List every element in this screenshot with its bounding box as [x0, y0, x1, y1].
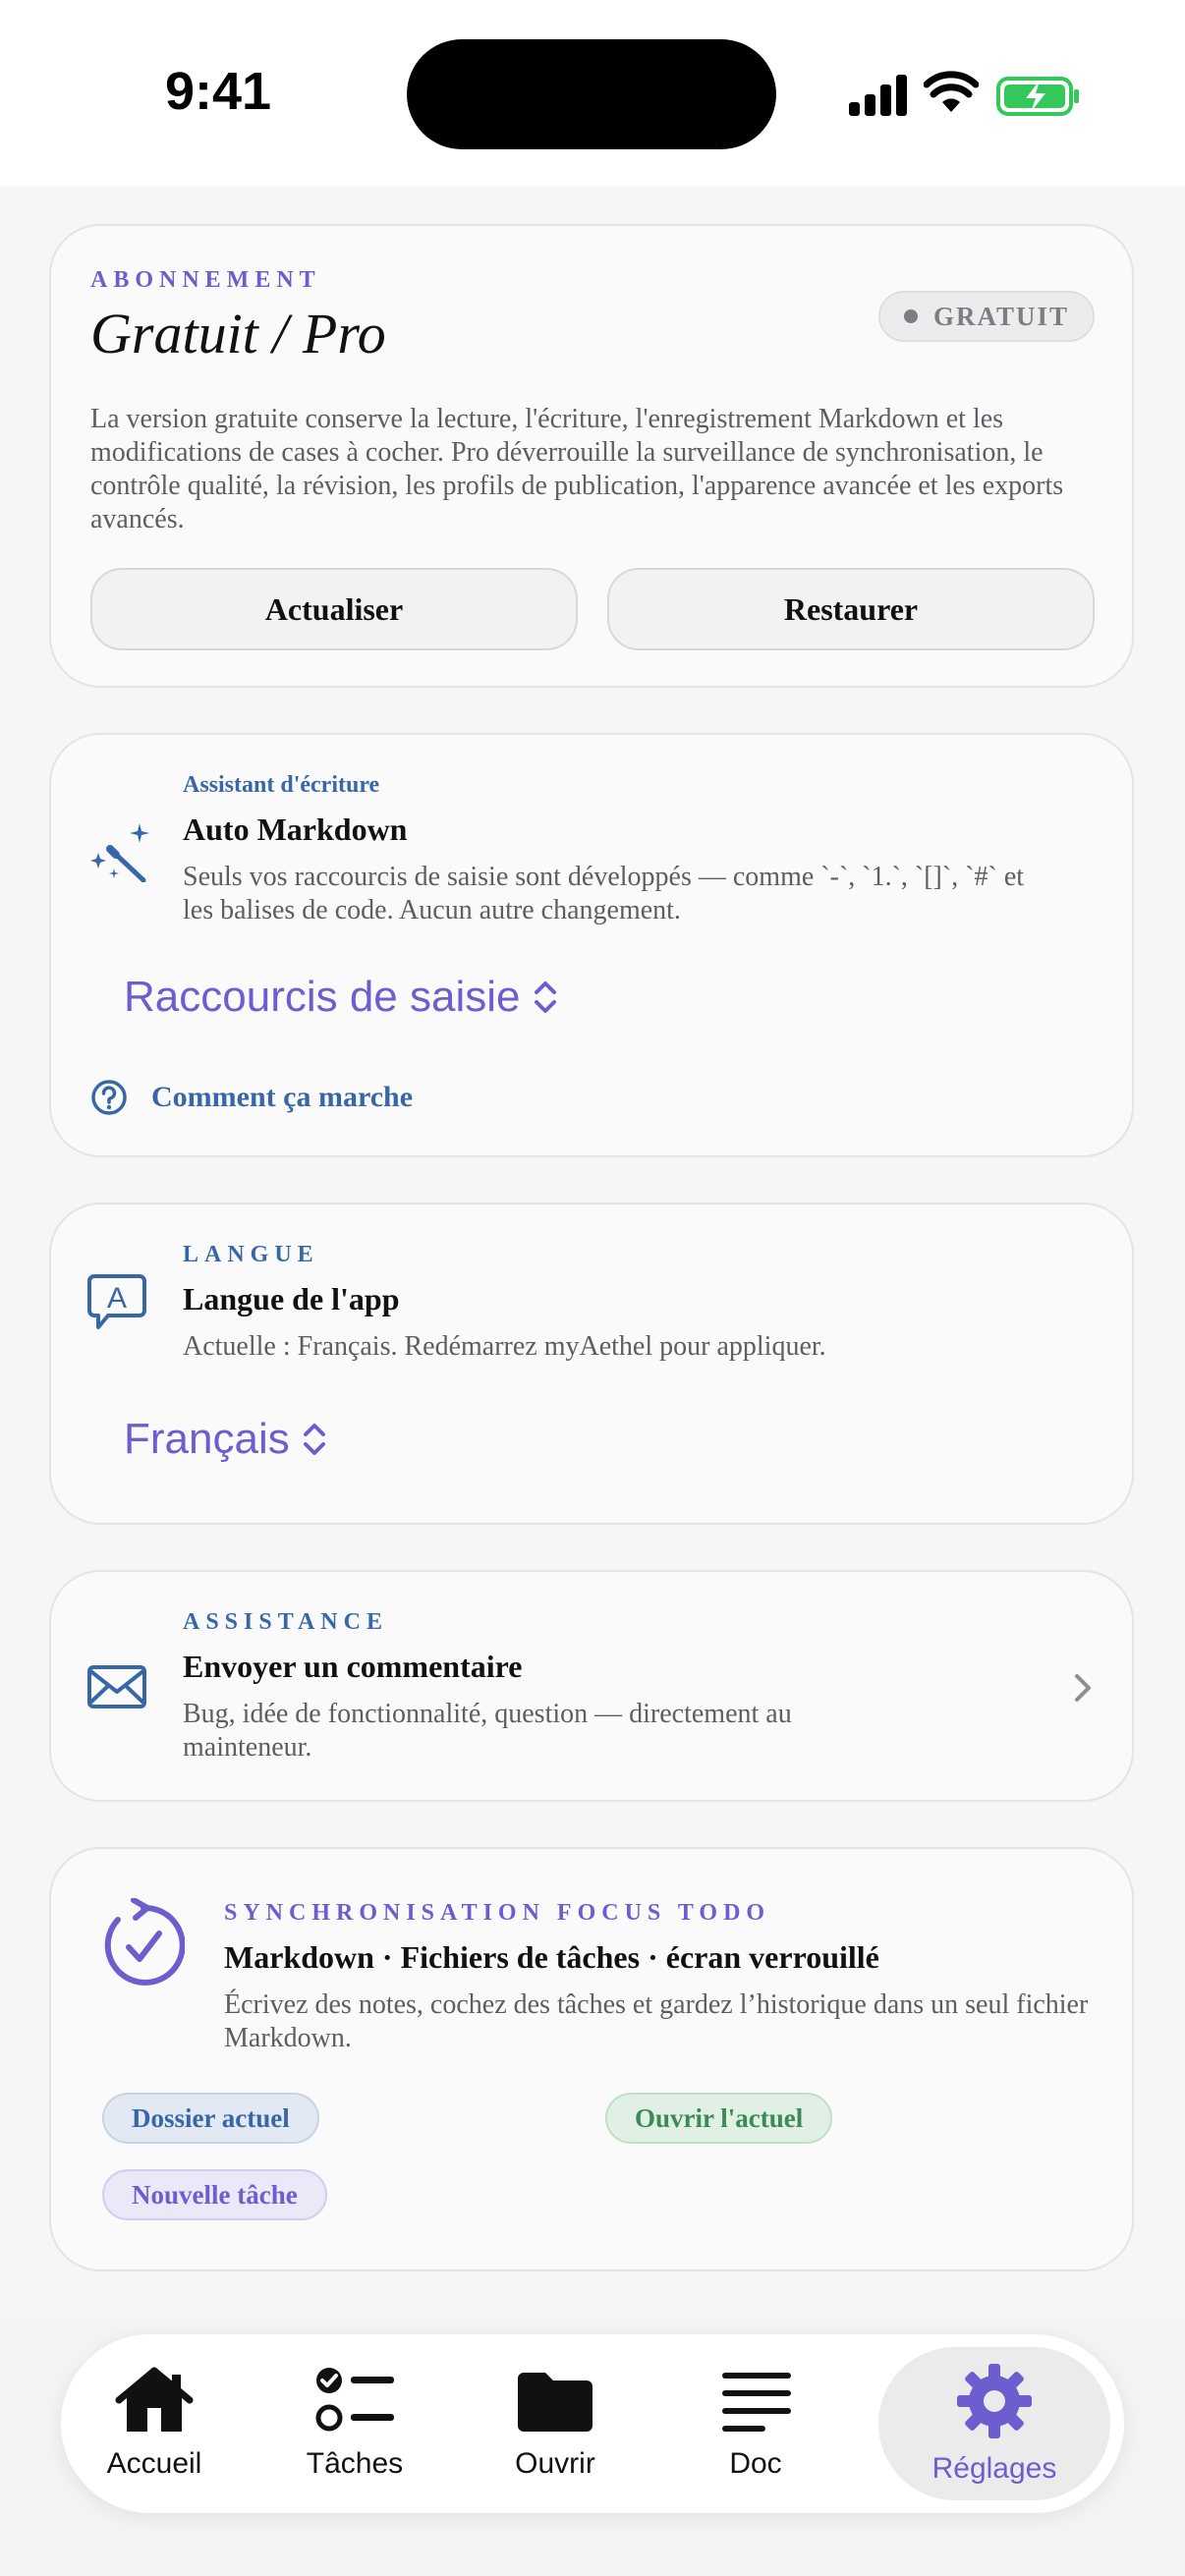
chevron-up-down-icon: [534, 981, 556, 1013]
tab-open[interactable]: Ouvrir: [462, 2334, 649, 2513]
chevron-right-icon: [1075, 1674, 1091, 1702]
language-eyebrow: LANGUE: [183, 1242, 319, 1267]
tab-open-label: Ouvrir: [515, 2447, 595, 2480]
battery-charging-icon: [996, 77, 1079, 116]
tab-doc-label: Doc: [729, 2447, 782, 2480]
magic-wand-icon: [90, 823, 149, 882]
tab-bar: Accueil Tâches Ouvrir Doc Réglages: [61, 2334, 1124, 2513]
subscription-eyebrow: ABONNEMENT: [90, 267, 321, 293]
send-feedback-card[interactable]: ASSISTANCE Envoyer un commentaire Bug, i…: [49, 1570, 1134, 1802]
chevron-up-down-icon: [303, 1424, 325, 1455]
status-time: 9:41: [165, 62, 272, 121]
envelope-icon: [87, 1665, 146, 1708]
house-icon: [115, 2367, 194, 2432]
sync-title: Markdown · Fichiers de tâches · écran ve…: [224, 1939, 879, 1975]
tab-doc[interactable]: Doc: [662, 2334, 849, 2513]
support-title: Envoyer un commentaire: [183, 1649, 523, 1684]
svg-text:A: A: [107, 1282, 127, 1315]
subscription-description: La version gratuite conserve la lecture,…: [90, 404, 1064, 534]
assistant-eyebrow: Assistant d'écriture: [183, 772, 380, 798]
tab-settings[interactable]: Réglages: [878, 2347, 1110, 2500]
subscription-title: Gratuit / Pro: [90, 302, 386, 365]
focus-todo-sync-card: SYNCHRONISATION FOCUS TODO Markdown · Fi…: [49, 1847, 1134, 2271]
tab-home-label: Accueil: [106, 2447, 202, 2480]
language-picker[interactable]: Français: [124, 1415, 327, 1464]
writing-assistant-card: Assistant d'écriture Auto Markdown Seuls…: [49, 733, 1134, 1157]
tab-tasks-label: Tâches: [306, 2447, 404, 2480]
status-dot-icon: [903, 309, 918, 323]
tab-tasks[interactable]: Tâches: [261, 2334, 448, 2513]
subscription-card: ABONNEMENT Gratuit / Pro GRATUIT La vers…: [49, 224, 1134, 688]
assistant-title: Auto Markdown: [183, 812, 408, 847]
plan-badge-label: GRATUIT: [932, 301, 1070, 331]
restore-button[interactable]: Restaurer: [607, 568, 1095, 650]
open-current-chip[interactable]: Ouvrir l'actuel: [605, 2093, 833, 2144]
text-lines-icon: [722, 2373, 791, 2432]
how-it-works-label: Comment ça marche: [151, 1081, 414, 1113]
cellular-signal-icon: [849, 75, 907, 116]
language-value: Français: [124, 1415, 290, 1463]
sync-check-icon: [104, 1898, 185, 1986]
current-folder-chip[interactable]: Dossier actuel: [102, 2093, 319, 2144]
language-card: A LANGUE Langue de l'app Actuelle : Fran…: [49, 1203, 1134, 1525]
sync-eyebrow: SYNCHRONISATION FOCUS TODO: [224, 1900, 771, 1926]
plan-status-badge: GRATUIT: [878, 291, 1095, 342]
language-description: Actuelle : Français. Redémarrez myAethel…: [183, 1331, 826, 1362]
auto-markdown-mode-picker[interactable]: Raccourcis de saisie: [124, 973, 558, 1022]
assistant-description: Seuls vos raccourcis de saisie sont déve…: [183, 862, 1025, 925]
tab-settings-label: Réglages: [931, 2452, 1057, 2485]
how-it-works-link[interactable]: Comment ça marche: [90, 1079, 413, 1116]
language-title: Langue de l'app: [183, 1281, 400, 1316]
dynamic-island: [407, 39, 776, 149]
tab-home[interactable]: Accueil: [61, 2334, 248, 2513]
wifi-icon: [924, 71, 979, 112]
folder-icon: [518, 2373, 592, 2432]
status-bar: 9:41: [0, 0, 1185, 187]
auto-markdown-mode-value: Raccourcis de saisie: [124, 973, 521, 1021]
new-task-chip[interactable]: Nouvelle tâche: [102, 2169, 327, 2220]
language-bubble-icon: A: [87, 1274, 146, 1329]
question-circle-icon: [91, 1080, 127, 1115]
support-eyebrow: ASSISTANCE: [183, 1609, 388, 1635]
support-description: Bug, idée de fonctionnalité, question — …: [183, 1699, 792, 1763]
sync-description: Écrivez des notes, cochez des tâches et …: [224, 1989, 1089, 2053]
gear-icon: [957, 2364, 1032, 2438]
refresh-button[interactable]: Actualiser: [90, 568, 578, 650]
checklist-icon: [315, 2368, 394, 2432]
